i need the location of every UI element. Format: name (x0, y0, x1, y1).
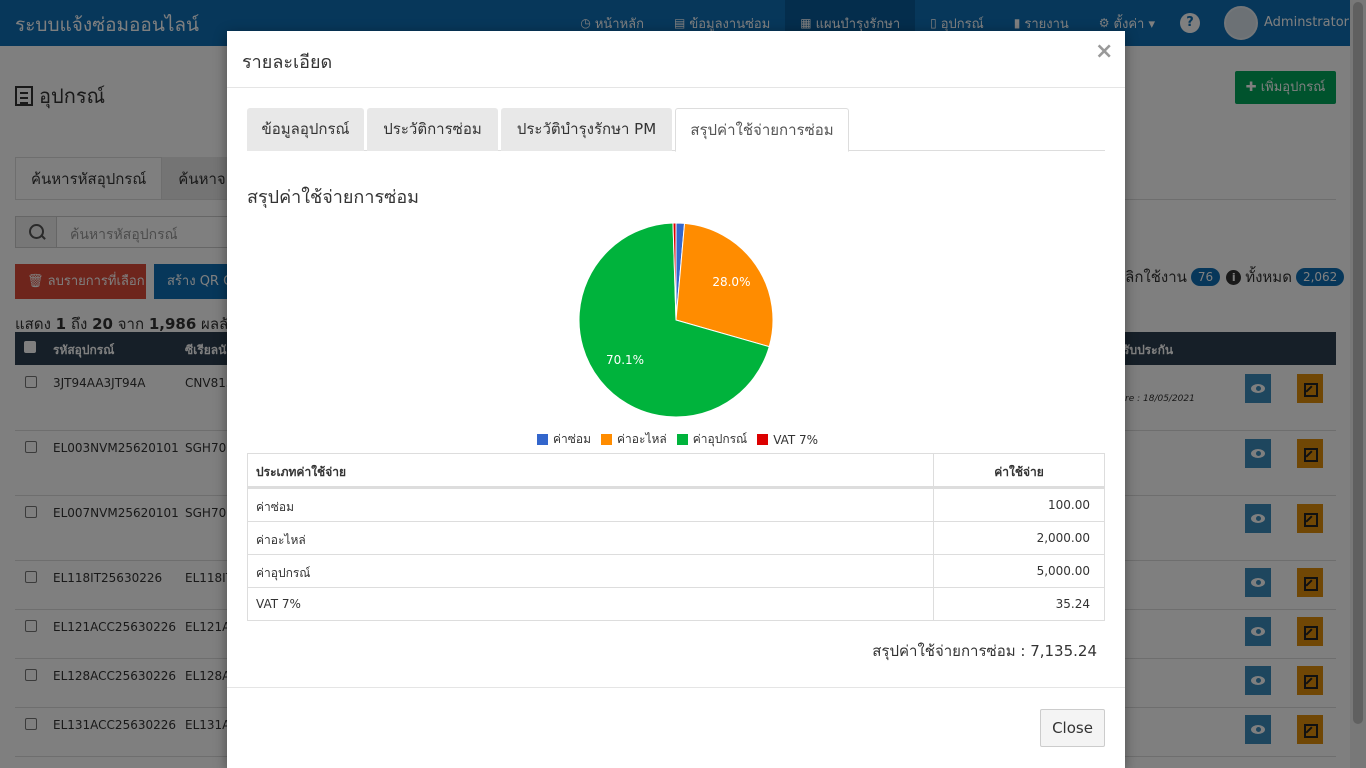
legend-label: ค่าอะไหล่ (617, 432, 667, 446)
cost-amount: 35.24 (1055, 597, 1090, 611)
cost-table: ประเภทค่าใช้จ่าย ค่าใช้จ่าย ค่าซ่อม 100.… (247, 453, 1105, 621)
legend-item[interactable]: ค่าซ่อม (537, 430, 591, 449)
table-row: ค่าอะไหล่ 2,000.00 (248, 521, 1104, 554)
pie-slice-label: 28.0% (712, 274, 751, 289)
legend-swatch (757, 434, 769, 445)
cost-type: ค่าซ่อม (248, 489, 934, 521)
legend-item[interactable]: VAT 7% (757, 430, 818, 449)
header-cost-type: ประเภทค่าใช้จ่าย (248, 454, 934, 486)
cost-amount: 100.00 (1048, 498, 1090, 512)
table-row: ค่าซ่อม 100.00 (248, 488, 1104, 521)
legend-label: ค่าอุปกรณ์ (692, 432, 748, 446)
legend-item[interactable]: ค่าอะไหล่ (601, 430, 667, 449)
pie-slice-label: 70.1% (605, 352, 645, 367)
cost-table-header: ประเภทค่าใช้จ่าย ค่าใช้จ่าย (248, 454, 1104, 488)
header-cost-amount: ค่าใช้จ่าย (994, 465, 1044, 479)
close-button[interactable]: Close (1040, 709, 1105, 747)
table-row: ค่าอุปกรณ์ 5,000.00 (248, 554, 1104, 587)
legend-item[interactable]: ค่าอุปกรณ์ (676, 430, 748, 449)
modal-footer: Close (227, 687, 1125, 768)
cost-amount: 2,000.00 (1036, 531, 1090, 545)
cost-amount: 5,000.00 (1036, 564, 1090, 578)
cost-pie-chart (578, 222, 774, 418)
detail-modal: รายละเอียด × ข้อมูลอุปกรณ์ ประวัติการซ่อ… (227, 31, 1125, 768)
cost-type: ค่าอุปกรณ์ (248, 555, 934, 587)
table-row: VAT 7% 35.24 (248, 587, 1104, 620)
total-cost-summary: สรุปค่าใช้จ่ายการซ่อม : 7,135.24 (872, 642, 1097, 660)
legend-swatch (537, 434, 548, 445)
legend-label: VAT 7% (773, 432, 819, 447)
legend-swatch (601, 434, 613, 445)
legend-swatch (676, 434, 688, 445)
cost-type: ค่าอะไหล่ (248, 522, 934, 554)
cost-type: VAT 7% (248, 588, 934, 620)
legend-label: ค่าซ่อม (553, 432, 592, 446)
chart-legend: ค่าซ่อม ค่าอะไหล่ ค่าอุปกรณ์ VAT 7% (537, 430, 828, 449)
